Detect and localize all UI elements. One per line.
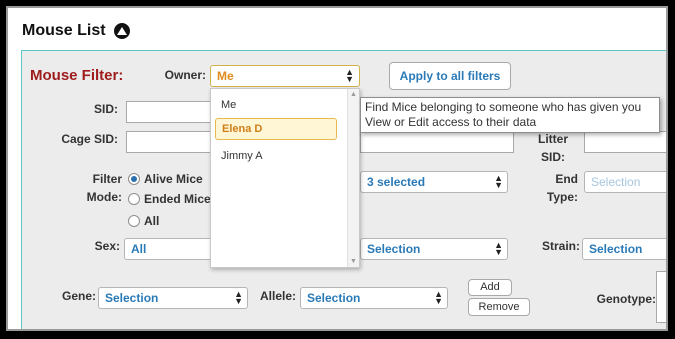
sid-input[interactable] — [126, 101, 216, 123]
multi-select-value: 3 selected — [367, 175, 426, 189]
mode-ended-label: Ended Mice — [144, 192, 211, 206]
radio-selected-icon[interactable] — [128, 173, 140, 185]
mode-all-label: All — [144, 214, 160, 228]
radio-icon[interactable] — [128, 215, 140, 227]
mid-select[interactable]: Selection ▲ ▼ — [360, 238, 508, 260]
mid-select-value: Selection — [367, 242, 421, 256]
owner-tooltip: Find Mice belonging to someone who has g… — [360, 97, 660, 133]
cage-sid-label: Cage SID: — [61, 132, 118, 146]
sid-label: SID: — [94, 102, 118, 116]
litter-sid-label: Litter SID: — [538, 132, 568, 164]
owner-option-elena-d[interactable]: Elena D — [215, 118, 337, 140]
end-type-value: Selection — [591, 175, 641, 189]
sex-select-value: All — [131, 242, 147, 256]
updown-arrow-icon: ▲ ▼ — [494, 173, 503, 190]
collapse-up-icon[interactable] — [113, 23, 130, 39]
mode-alive-mice[interactable]: Alive Mice — [128, 170, 203, 188]
strain-select[interactable]: Selection — [582, 238, 666, 260]
app-window: Mouse List Mouse Filter: Owner: Me ▲ ▼ Ap… — [6, 6, 668, 331]
add-genotype-button[interactable]: Add — [468, 279, 512, 296]
filter-title: Mouse Filter: — [30, 67, 124, 84]
mode-all[interactable]: All — [128, 212, 159, 230]
litter-sid-input[interactable] — [584, 131, 666, 153]
end-type-select[interactable]: Selection — [584, 171, 666, 193]
allele-select-value: Selection — [307, 291, 361, 305]
radio-icon[interactable] — [128, 193, 140, 205]
strain-select-value: Selection — [589, 242, 643, 256]
dropdown-scrollbar[interactable]: ▲ ▼ — [347, 89, 359, 267]
end-type-label: End Type: — [546, 172, 578, 204]
owner-select[interactable]: Me ▲ ▼ — [210, 65, 360, 87]
sex-label: Sex: — [94, 239, 120, 253]
allele-select[interactable]: Selection ▲ ▼ — [300, 287, 448, 309]
mode-ended-mice[interactable]: Ended Mice — [128, 190, 211, 208]
gene-select-value: Selection — [105, 291, 159, 305]
genotype-label: Genotype: — [596, 292, 656, 306]
allele-label: Allele: — [259, 289, 296, 303]
owner-select-value: Me — [217, 69, 234, 83]
gene-select[interactable]: Selection ▲ ▼ — [98, 287, 248, 309]
mouse-filter-panel: Mouse Filter: Owner: Me ▲ ▼ Apply to all … — [21, 50, 666, 329]
apply-to-all-filters-button[interactable]: Apply to all filters — [389, 62, 511, 90]
mid-text-input[interactable] — [360, 131, 514, 153]
scroll-up-icon[interactable]: ▲ — [350, 91, 357, 98]
title-bar: Mouse List — [22, 20, 130, 42]
owner-label: Owner: — [164, 68, 206, 82]
multi-select[interactable]: 3 selected ▲ ▼ — [360, 171, 508, 193]
genotype-list[interactable] — [656, 271, 666, 323]
filter-mode-label: Filter Mode: — [86, 172, 122, 204]
page-title: Mouse List — [22, 22, 106, 39]
owner-option-jimmy-a[interactable]: Jimmy A — [215, 146, 337, 168]
sex-select[interactable]: All — [124, 238, 216, 260]
remove-genotype-button[interactable]: Remove — [468, 298, 530, 316]
updown-arrow-icon: ▲ ▼ — [494, 240, 503, 257]
gene-label: Gene: — [61, 289, 96, 303]
scroll-down-icon[interactable]: ▼ — [350, 258, 357, 265]
cage-sid-input[interactable] — [126, 131, 216, 153]
mode-alive-label: Alive Mice — [144, 172, 203, 186]
strain-label: Strain: — [541, 239, 580, 253]
owner-option-me[interactable]: Me — [215, 95, 337, 117]
owner-dropdown-list: Me Elena D Jimmy A ▲ ▼ — [210, 88, 360, 268]
updown-arrow-icon: ▲ ▼ — [434, 289, 443, 306]
updown-arrow-icon: ▲ ▼ — [345, 67, 354, 84]
updown-arrow-icon: ▲ ▼ — [234, 289, 243, 306]
